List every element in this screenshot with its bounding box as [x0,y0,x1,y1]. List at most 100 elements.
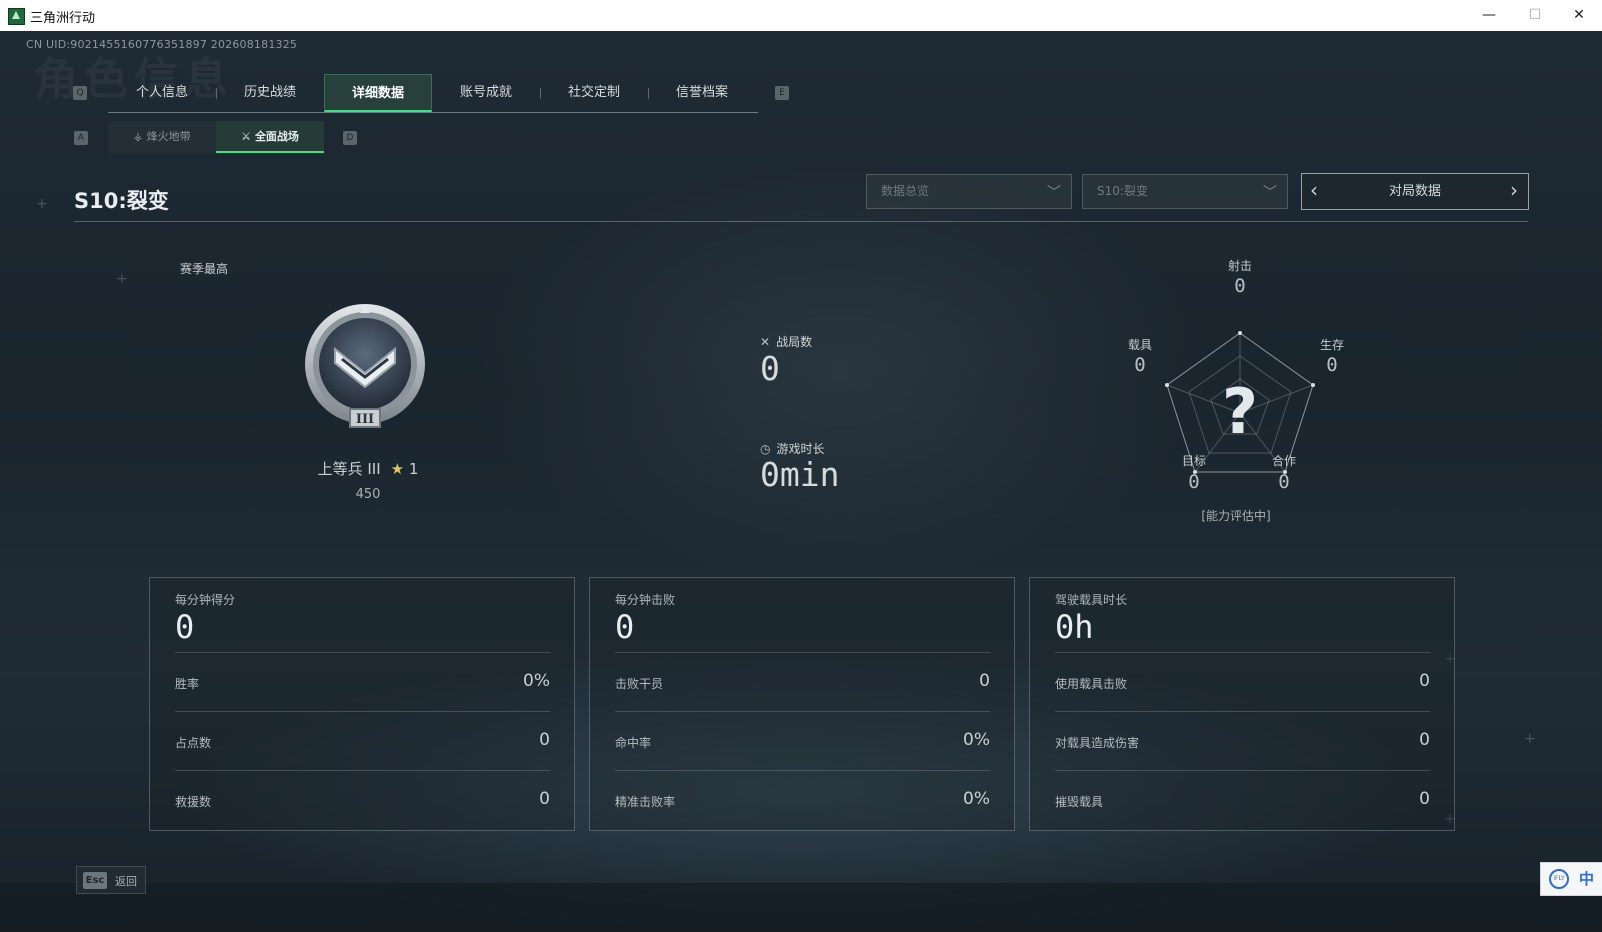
tab-social-custom[interactable]: 社交定制 [540,74,648,112]
radar-coop-value: 0 [1278,471,1290,493]
subtab-battlefield[interactable]: ⚔ 全面战场 [216,121,324,153]
stat-value: 0 [1419,671,1430,691]
subtab-firezone[interactable]: ⚶ 烽火地带 [108,121,216,153]
radar-shoot-value: 0 [1234,275,1246,297]
chevron-down-icon: ﹀ [1047,185,1061,201]
card-head-label: 每分钟得分 [175,593,236,607]
rank-points: 450 [355,487,381,502]
stat-label: 击败干员 [615,677,664,691]
data-mode-dropdown[interactable]: 数据总览 ﹀ [866,174,1072,209]
list-item: 胜率 0% [175,652,550,712]
radar-vehicle-label: 载具 [1127,338,1152,352]
stat-value: 0% [963,789,990,809]
tab-personal-info[interactable]: 个人信息 [108,74,216,112]
pager-label: 对局数据 [1388,184,1441,199]
radar-coop-label: 合作 [1271,454,1296,468]
header-divider [74,221,1528,222]
stat-value: 0% [963,730,990,750]
matches-value: 0 [760,349,780,388]
list-item: 救援数 0 [175,770,550,830]
rank-roman-numeral: III [356,412,374,427]
season-best-label: 赛季最高 [180,262,229,276]
subtab-firezone-label: 烽火地带 [146,130,191,143]
tab-next-key-hint[interactable]: E [775,86,789,100]
main-tab-bar: 个人信息 历史战绩 详细数据 账号成就 社交定制 信誉档案 [108,74,758,113]
rank-title: 上等兵 III [317,460,381,478]
radar-target-label: 目标 [1181,454,1206,468]
decor-cross-icon: + [1524,731,1536,747]
score-stats-card: 每分钟得分 0 胜率 0% 占点数 0 救援数 0 [149,577,575,831]
decor-cross-icon: + [116,271,128,287]
minimize-button[interactable]: — [1466,0,1512,31]
playtime-label-text: 游戏时长 [776,442,825,456]
stat-value: 0% [523,671,550,691]
stat-label: 占点数 [175,736,212,750]
back-label: 返回 [115,875,137,888]
card-head-value: 0 [175,608,195,646]
tab-credit-record[interactable]: 信誉档案 [648,74,756,112]
back-button[interactable]: Esc 返回 [76,866,146,894]
matches-label-text: 战局数 [776,335,813,349]
radar-shoot-label: 射击 [1227,259,1252,273]
list-item: 命中率 0% [615,711,990,771]
window-title: 三角洲行动 [30,11,96,26]
chevron-left-icon[interactable]: ‹ [1310,178,1318,202]
list-item: 占点数 0 [175,711,550,771]
radar-target-value: 0 [1188,471,1200,493]
card-head-label: 每分钟击败 [615,593,676,607]
rank-badge-icon: III [305,304,425,428]
stat-label: 救援数 [175,795,212,809]
list-item: 摧毁载具 0 [1055,770,1430,830]
maximize-button[interactable]: ☐ [1512,0,1558,31]
stat-value: 0 [539,730,550,750]
stat-value: 0 [539,789,550,809]
subtab-battlefield-label: 全面战场 [254,130,299,143]
battlefield-icon: ⚔ [241,130,251,143]
list-item: 精准击败率 0% [615,770,990,830]
subtab-prev-key-hint[interactable]: A [74,131,88,145]
decor-cross-icon: + [36,196,48,212]
assessing-status: [能力评估中] [1201,509,1271,523]
ability-radar-chart: ? [1165,331,1315,474]
tab-detailed-data[interactable]: 详细数据 [324,74,432,112]
stat-label: 胜率 [175,677,200,691]
ime-indicator[interactable]: iFLY 中 [1540,862,1602,896]
close-button[interactable]: ✕ [1556,0,1602,31]
data-mode-dropdown-value: 数据总览 [881,184,930,198]
app-logo-icon [8,8,25,25]
stat-value: 0 [1419,730,1430,750]
season-dropdown-value: S10:裂变 [1097,184,1148,198]
stat-label: 使用载具击败 [1055,677,1128,691]
stat-label: 精准击败率 [615,795,676,809]
list-item: 击败干员 0 [615,652,990,712]
tab-prev-key-hint[interactable]: Q [73,86,87,100]
bottom-bar [0,883,1602,932]
stat-label: 命中率 [615,736,652,750]
stat-value: 0 [979,671,990,691]
crossed-swords-icon: ✕ [760,335,771,349]
card-head-label: 驾驶载具时长 [1055,593,1128,607]
matches-label: ✕ 战局数 [760,333,812,350]
radar-vehicle-value: 0 [1134,354,1146,376]
season-dropdown[interactable]: S10:裂变 ﹀ [1082,174,1288,209]
rank-name: 上等兵 III ★ 1 [288,458,448,479]
season-title: S10:裂变 [74,189,169,213]
subtab-next-key-hint[interactable]: D [343,131,357,145]
radar-survive-value: 0 [1326,354,1338,376]
stat-label: 摧毁载具 [1055,795,1104,809]
list-item: 对载具造成伤害 0 [1055,711,1430,771]
ime-brand-icon: iFLY [1549,869,1569,889]
uid-text: CN UID:9021455160776351897 202608181325 [26,38,298,51]
star-icon: ★ [390,460,405,478]
tab-achievements[interactable]: 账号成就 [432,74,540,112]
tab-match-history[interactable]: 历史战绩 [216,74,324,112]
firezone-icon: ⚶ [133,130,143,143]
stopwatch-icon: ◷ [760,442,771,456]
chevron-down-icon: ﹀ [1263,185,1277,201]
vehicle-stats-card: 驾驶载具时长 0h 使用载具击败 0 对载具造成伤害 0 摧毁载具 0 [1029,577,1455,831]
card-head-value: 0h [1055,608,1094,646]
playtime-value: 0min [760,455,840,494]
chevron-right-icon[interactable]: › [1510,178,1518,202]
list-item: 使用载具击败 0 [1055,652,1430,712]
ime-mode: 中 [1579,870,1595,888]
